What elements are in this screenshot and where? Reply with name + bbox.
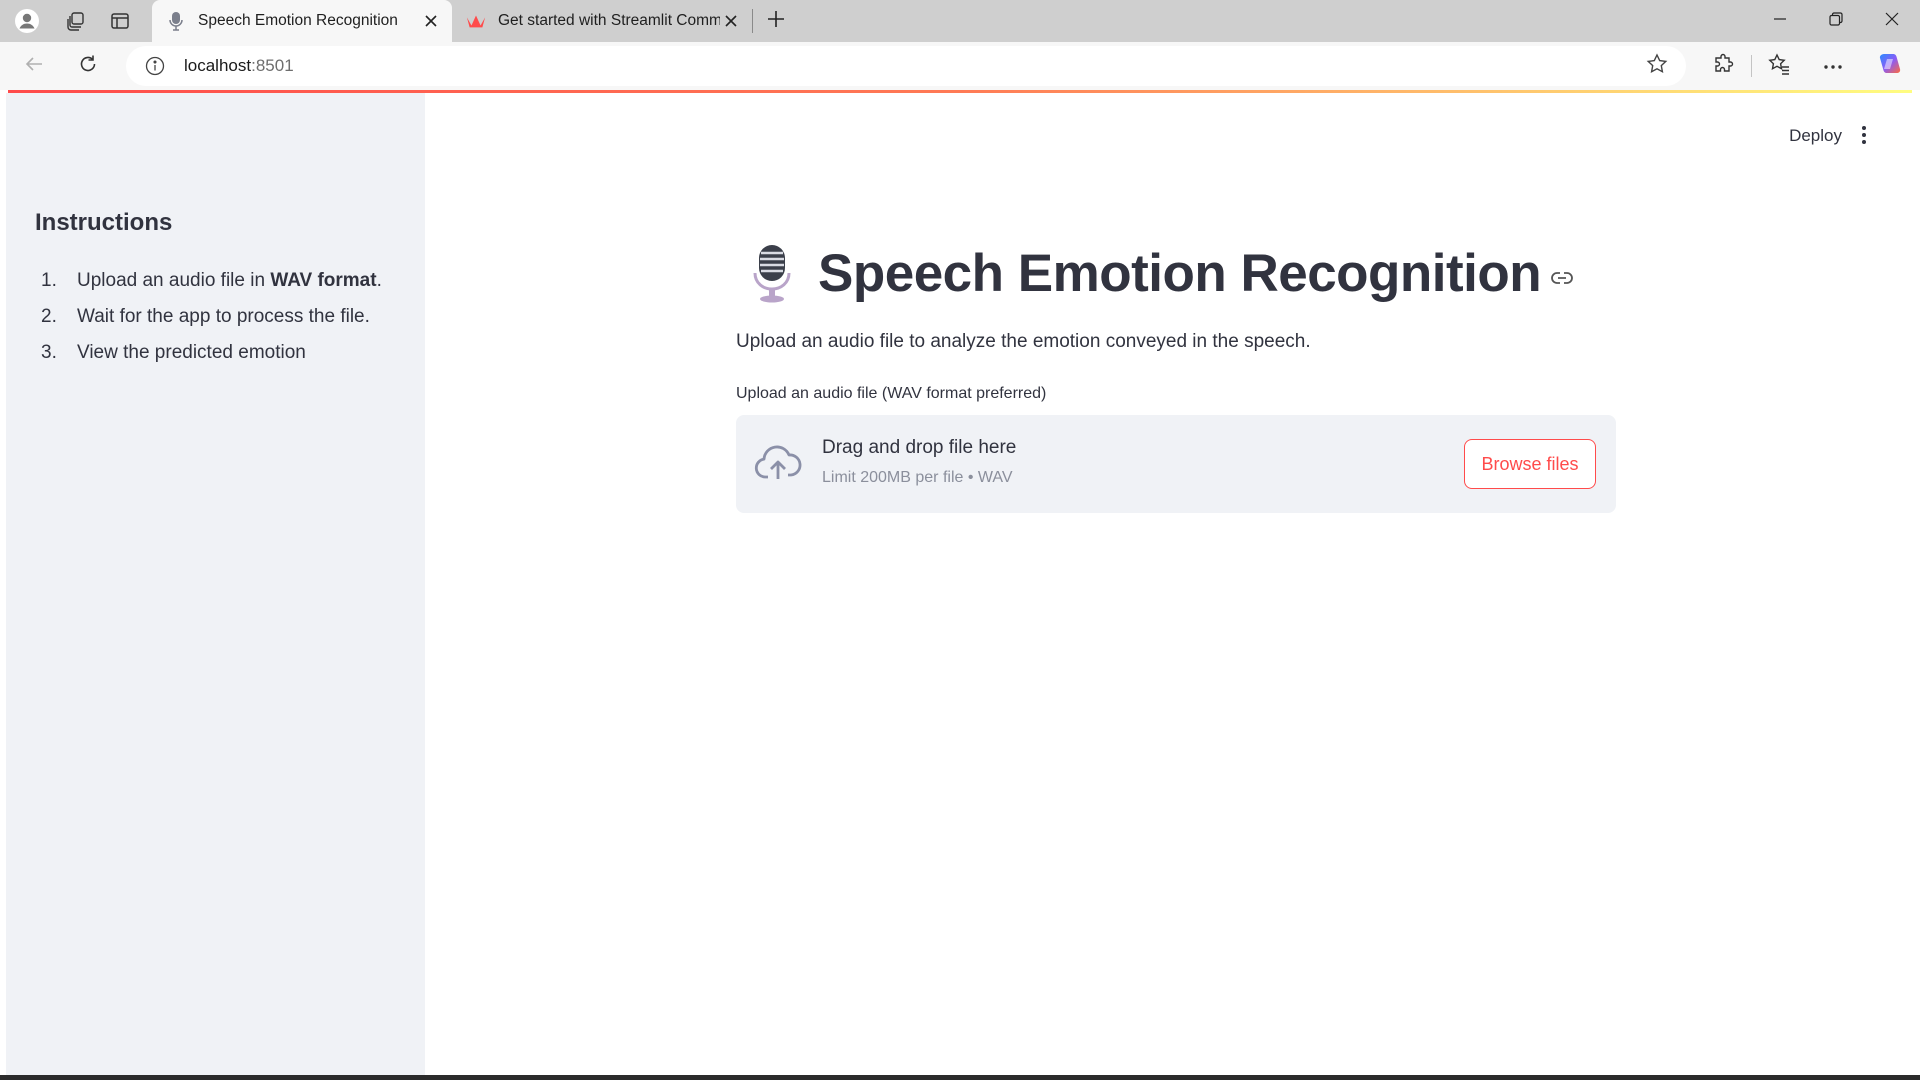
copilot-icon [1877, 51, 1903, 82]
list-item: 3. View the predicted emotion [41, 335, 382, 371]
list-item: 1. Upload an audio file in WAV format. [41, 263, 382, 299]
extensions-button[interactable] [1697, 46, 1751, 86]
title-row: Speech Emotion Recognition [736, 233, 1616, 313]
step-number: 2. [41, 306, 57, 327]
browse-files-button[interactable]: Browse files [1464, 439, 1596, 489]
microphone-icon [166, 11, 186, 31]
streamlit-app: Instructions 1. Upload an audio file in … [6, 93, 1914, 1075]
sidebar: Instructions 1. Upload an audio file in … [6, 93, 425, 1075]
close-icon[interactable] [720, 10, 742, 32]
profile-button[interactable] [0, 0, 54, 42]
content-block: Speech Emotion Recognition Upload an aud… [736, 233, 1616, 513]
favorites-icon [1768, 52, 1790, 80]
back-button[interactable] [12, 46, 56, 86]
plus-icon [767, 10, 785, 33]
dropzone-limit: Limit 200MB per file • WAV [822, 469, 1013, 486]
step-text-after: . [376, 270, 382, 291]
file-uploader-label: Upload an audio file (WAV format preferr… [736, 385, 1047, 402]
url-text: localhost:8501 [184, 56, 294, 76]
dropzone-instruction: Drag and drop file here [822, 437, 1017, 458]
tab-title: Get started with Streamlit Commu [498, 12, 720, 29]
more-vertical-icon [1861, 125, 1867, 150]
sidebar-heading: Instructions [35, 209, 173, 236]
restore-icon [1829, 11, 1843, 31]
copilot-button[interactable] [1860, 46, 1920, 86]
profile-icon [14, 8, 40, 34]
page-title: Speech Emotion Recognition [818, 243, 1542, 303]
more-horizontal-icon [1823, 57, 1843, 75]
url-port: :8501 [251, 56, 294, 75]
step-text-before: Upload an audio file in [77, 270, 271, 291]
close-window-button[interactable] [1864, 0, 1920, 42]
page-subtitle: Upload an audio file to analyze the emot… [736, 331, 1311, 352]
step-text: Wait for the app to process the file. [77, 306, 370, 327]
close-icon [1885, 12, 1899, 31]
minimize-button[interactable] [1752, 0, 1808, 42]
studio-microphone-icon [746, 242, 798, 304]
reload-icon [78, 54, 98, 79]
instructions-list: 1. Upload an audio file in WAV format. 2… [41, 263, 382, 371]
tab-speech-emotion-recognition[interactable]: Speech Emotion Recognition [152, 0, 452, 42]
site-info-icon[interactable] [144, 55, 166, 77]
close-icon[interactable] [420, 10, 442, 32]
workspaces-icon [66, 11, 86, 31]
step-text: Upload an audio file in WAV format. [77, 263, 382, 299]
list-item: 2. Wait for the app to process the file. [41, 299, 382, 335]
favorite-star-icon[interactable] [1646, 52, 1668, 80]
deploy-button[interactable]: Deploy [1789, 121, 1842, 151]
vertical-tabs-button[interactable] [98, 0, 142, 42]
tab-title: Speech Emotion Recognition [198, 12, 398, 29]
browser-tab-strip: Speech Emotion Recognition Get started w… [0, 0, 1920, 42]
settings-more-button[interactable] [1806, 46, 1860, 86]
back-arrow-icon [24, 54, 44, 79]
link-icon[interactable] [1551, 271, 1573, 285]
minimize-icon [1773, 12, 1787, 31]
file-dropzone[interactable]: Drag and drop file here Limit 200MB per … [736, 415, 1616, 513]
cloud-upload-icon [754, 443, 802, 483]
reload-button[interactable] [66, 46, 110, 86]
window-bottom-border [0, 1075, 1920, 1080]
dropzone-text: Drag and drop file here Limit 200MB per … [822, 437, 1016, 487]
favorites-button[interactable] [1752, 46, 1806, 86]
new-tab-button[interactable] [753, 0, 799, 42]
restore-button[interactable] [1808, 0, 1864, 42]
url-host: localhost [184, 56, 252, 75]
streamlit-crown-icon [466, 11, 486, 31]
step-text-bold: WAV format [270, 270, 377, 291]
tab-streamlit-community[interactable]: Get started with Streamlit Commu [452, 0, 752, 42]
main-content: Deploy Speech Emotion Recognition Upload… [425, 93, 1914, 1075]
step-text: View the predicted emotion [77, 342, 306, 363]
step-number: 1. [41, 270, 57, 291]
address-bar[interactable]: localhost:8501 [126, 46, 1686, 86]
browser-toolbar: localhost:8501 [0, 42, 1920, 90]
puzzle-icon [1713, 53, 1735, 80]
tab-actions-icon [110, 11, 130, 31]
step-number: 3. [41, 342, 57, 363]
workspaces-button[interactable] [54, 0, 98, 42]
main-menu-button[interactable] [1854, 123, 1874, 151]
